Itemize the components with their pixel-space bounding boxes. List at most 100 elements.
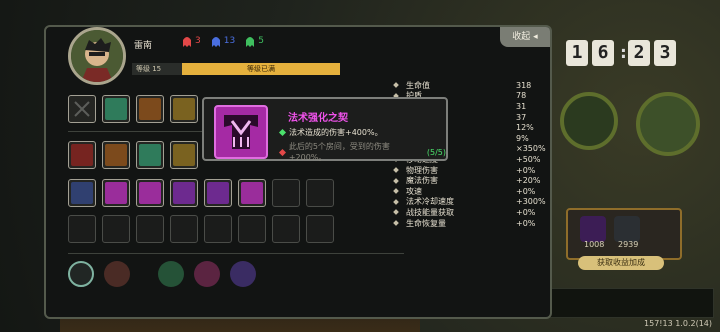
gold-feather-icon bbox=[173, 98, 195, 120]
green-claws-icon bbox=[139, 144, 161, 166]
item-slot-gear[interactable] bbox=[102, 141, 130, 169]
item-slot-shield[interactable] bbox=[68, 179, 96, 207]
item-slot-spider[interactable] bbox=[102, 179, 130, 207]
item-slot-empty[interactable] bbox=[102, 215, 130, 243]
spell-pact-icon bbox=[214, 105, 268, 159]
ghost-count-blue: 13 bbox=[223, 36, 236, 46]
red-ghost-icon bbox=[183, 37, 191, 47]
stat-row: 法术冷却速度 +300% bbox=[393, 197, 554, 208]
stat-value: +0% bbox=[516, 207, 536, 217]
tooltip-effect-text: 法术造成的伤害+400%。 bbox=[289, 128, 383, 137]
purple-potion-icon[interactable] bbox=[230, 261, 256, 287]
red-gem-icon[interactable] bbox=[194, 261, 220, 287]
item-slot-empty[interactable] bbox=[272, 179, 300, 207]
stat-bullet-icon bbox=[393, 209, 399, 216]
stat-value: 37 bbox=[516, 112, 527, 122]
stat-bullet-icon bbox=[393, 198, 399, 205]
green-potion-icon[interactable] bbox=[158, 261, 184, 287]
debuff-bullet-icon bbox=[278, 148, 286, 156]
level-label: 等级 15 bbox=[132, 63, 182, 75]
stat-name: 物理伤害 bbox=[406, 165, 438, 175]
level-status: 等级已满 bbox=[182, 63, 340, 75]
item-slot-empty[interactable] bbox=[272, 215, 300, 243]
character-portrait bbox=[68, 27, 126, 85]
ghost-counters: 3 13 5 bbox=[182, 35, 264, 47]
level-bar: 等级 15 等级已满 bbox=[132, 63, 340, 75]
item-slot-bomb[interactable] bbox=[136, 95, 164, 123]
portrait-avatar-icon bbox=[71, 30, 123, 82]
sword-icon[interactable] bbox=[104, 261, 130, 287]
character-name: 雷南 bbox=[134, 41, 153, 51]
collapse-button[interactable]: 收起 ◂ bbox=[500, 27, 550, 47]
blue-shield-icon bbox=[71, 182, 93, 204]
green-ghost-icon bbox=[246, 37, 255, 47]
ghost-count-green: 5 bbox=[258, 36, 264, 46]
stat-value: 31 bbox=[516, 101, 527, 111]
item-slot-empty[interactable] bbox=[306, 215, 334, 243]
item-row-1 bbox=[68, 95, 198, 123]
item-slot-empty[interactable] bbox=[306, 179, 334, 207]
item-slot-empty[interactable] bbox=[68, 215, 96, 243]
ghost-count-red: 3 bbox=[195, 36, 201, 46]
pink-arrow-icon bbox=[241, 182, 263, 204]
stat-value: 9% bbox=[516, 133, 529, 143]
tooltip-effect-line: 法术造成的伤害+400%。 bbox=[278, 127, 383, 138]
stat-name: 攻速 bbox=[406, 186, 422, 196]
stat-name: 魔法伤害 bbox=[406, 176, 438, 186]
ability-circle-left[interactable] bbox=[560, 92, 618, 150]
clock-digit-4: 3 bbox=[654, 40, 676, 66]
item-slot-empty[interactable] bbox=[136, 215, 164, 243]
stat-value: +0% bbox=[516, 186, 536, 196]
item-slot-empty[interactable] bbox=[204, 215, 232, 243]
stat-value: +0% bbox=[516, 165, 536, 175]
bomb-icon bbox=[139, 98, 161, 120]
reward-box-gray bbox=[614, 216, 640, 242]
stat-name: 战技能量获取 bbox=[406, 207, 454, 217]
compass-icon[interactable] bbox=[68, 261, 94, 287]
item-slot-empty[interactable] bbox=[68, 95, 96, 123]
blue-ghost-icon bbox=[211, 37, 220, 47]
red-slash-icon bbox=[71, 144, 93, 166]
item-slot-feather[interactable] bbox=[170, 95, 198, 123]
ability-circle-right[interactable] bbox=[636, 92, 700, 156]
ghost-counter-blue: 13 bbox=[211, 35, 235, 47]
item-slot-slash[interactable] bbox=[68, 141, 96, 169]
stat-value: +20% bbox=[516, 176, 541, 186]
item-slot-empty[interactable] bbox=[238, 215, 266, 243]
item-slot-claw-2[interactable] bbox=[204, 179, 232, 207]
item-slot-arrow[interactable] bbox=[238, 179, 266, 207]
version-label: 157!13 1.0.2(14) bbox=[644, 319, 712, 328]
item-row-4 bbox=[68, 215, 334, 243]
stat-name: 法术冷却速度 bbox=[406, 197, 454, 207]
item-slot-claw[interactable] bbox=[170, 179, 198, 207]
stat-name: 生命恢复量 bbox=[406, 218, 446, 228]
orange-gear-icon bbox=[105, 144, 127, 166]
stat-bullet-icon bbox=[393, 220, 399, 226]
tooltip-room-counter: (5/5) bbox=[426, 147, 446, 157]
reward-box-purple bbox=[580, 216, 606, 242]
item-slot-leaf[interactable] bbox=[136, 179, 164, 207]
clock-digit-3: 2 bbox=[628, 40, 650, 66]
stat-name: 生命值 bbox=[406, 80, 430, 90]
stat-row: 战技能量获取 +0% bbox=[393, 207, 554, 218]
stat-value: 12% bbox=[516, 123, 534, 133]
stat-row: 魔法伤害 +20% bbox=[393, 175, 554, 186]
item-slot-empty[interactable] bbox=[170, 215, 198, 243]
purple-claw-icon bbox=[173, 182, 195, 204]
ghost-counter-red: 3 bbox=[182, 35, 201, 47]
stat-value: +0% bbox=[516, 218, 536, 228]
purple-claw-icon bbox=[207, 182, 229, 204]
spell-pact-glyph-icon bbox=[224, 115, 258, 149]
bottom-right-panel bbox=[546, 288, 714, 318]
stat-value: 318 bbox=[516, 80, 532, 90]
claim-bonus-button[interactable]: 获取收益加成 bbox=[578, 256, 664, 270]
stat-row: 攻速 +0% bbox=[393, 186, 554, 197]
stat-row: 物理伤害 +0% bbox=[393, 165, 554, 176]
item-slot-helm[interactable] bbox=[170, 141, 198, 169]
tooltip-debuff-text: 此后的5个房间，受到的伤害+200%。 bbox=[288, 142, 390, 162]
item-row-2 bbox=[68, 141, 198, 169]
item-slot-claws[interactable] bbox=[136, 141, 164, 169]
stat-value: +300% bbox=[516, 197, 546, 207]
item-slot-wing[interactable] bbox=[102, 95, 130, 123]
pink-spider-icon bbox=[105, 182, 127, 204]
